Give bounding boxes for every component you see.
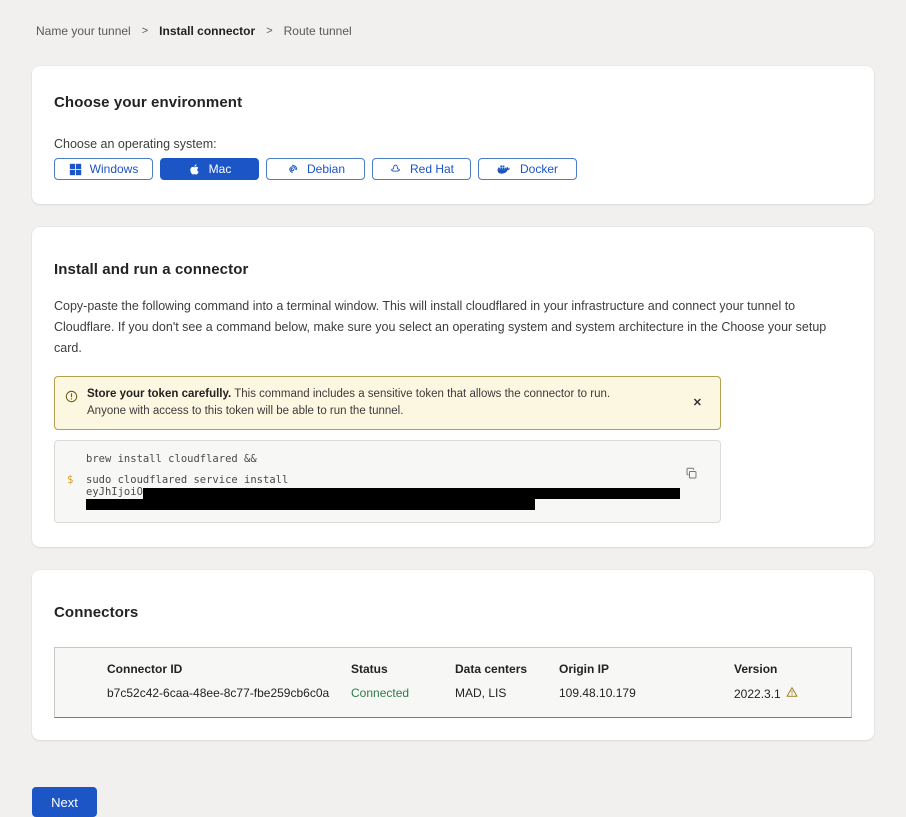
connectors-card: Connectors Connector ID Status Data cent… [32, 570, 874, 740]
redacted-token-bar [143, 488, 680, 499]
terminal-command-block: brew install cloudflared && $ sudo cloud… [54, 440, 721, 523]
token-warning-title: Store your token carefully. [87, 388, 231, 400]
os-button-windows[interactable]: Windows [54, 158, 153, 180]
terminal-line-1: brew install cloudflared && [86, 452, 257, 466]
os-button-label: Windows [90, 162, 139, 176]
debian-logo-icon [286, 163, 299, 176]
os-button-debian[interactable]: Debian [266, 158, 365, 180]
os-button-label: Mac [209, 162, 232, 176]
alert-circle-icon [65, 390, 78, 408]
connectors-table: Connector ID Status Data centers Origin … [54, 647, 852, 718]
token-prefix: eyJhIjoiO [86, 485, 143, 499]
breadcrumb-step-name-tunnel[interactable]: Name your tunnel [36, 24, 131, 38]
breadcrumb-separator: > [142, 25, 148, 37]
redacted-token-bar [86, 499, 535, 510]
copy-icon[interactable] [683, 465, 700, 485]
install-connector-description: Copy-paste the following command into a … [54, 296, 850, 359]
install-connector-title: Install and run a connector [54, 261, 852, 278]
cell-connector-id: b7c52c42-6caa-48ee-8c77-fbe259cb6c0a [107, 686, 351, 701]
os-button-redhat[interactable]: Red Hat [372, 158, 471, 180]
terminal-line-2: sudo cloudflared service install [86, 473, 708, 487]
prompt-spacer [67, 452, 86, 466]
apple-logo-icon [188, 163, 201, 176]
os-select-label: Choose an operating system: [54, 137, 852, 151]
terminal-prompt: $ [67, 473, 86, 510]
environment-card: Choose your environment Choose an operat… [32, 66, 874, 204]
breadcrumb-step-install-connector[interactable]: Install connector [159, 24, 255, 38]
connectors-table-header: Connector ID Status Data centers Origin … [107, 662, 841, 676]
header-version: Version [734, 662, 841, 676]
cell-origin-ip: 109.48.10.179 [559, 686, 734, 701]
connectors-title: Connectors [54, 604, 852, 621]
version-value: 2022.3.1 [734, 687, 781, 701]
cell-version: 2022.3.1 [734, 686, 841, 701]
os-button-docker[interactable]: Docker [478, 158, 577, 180]
breadcrumb: Name your tunnel > Install connector > R… [0, 0, 906, 38]
connector-table-row: b7c52c42-6caa-48ee-8c77-fbe259cb6c0a Con… [107, 686, 841, 701]
docker-logo-icon [497, 164, 512, 175]
os-button-label: Debian [307, 162, 345, 176]
windows-logo-icon [69, 163, 82, 176]
banner-close-icon[interactable]: ✕ [687, 394, 708, 413]
environment-card-title: Choose your environment [54, 94, 852, 111]
header-data-centers: Data centers [455, 662, 559, 676]
os-button-mac[interactable]: Mac [160, 158, 259, 180]
token-warning-text: Store your token carefully. This command… [87, 386, 647, 420]
os-button-group: Windows Mac Debian Red Hat [54, 158, 852, 180]
warning-triangle-icon [786, 686, 798, 701]
install-connector-card: Install and run a connector Copy-paste t… [32, 227, 874, 547]
header-status: Status [351, 662, 455, 676]
next-button[interactable]: Next [32, 787, 97, 817]
header-origin-ip: Origin IP [559, 662, 734, 676]
os-button-label: Docker [520, 162, 558, 176]
os-button-label: Red Hat [410, 162, 454, 176]
cell-data-centers: MAD, LIS [455, 686, 559, 701]
header-connector-id: Connector ID [107, 662, 351, 676]
breadcrumb-step-route-tunnel[interactable]: Route tunnel [284, 24, 352, 38]
status-badge: Connected [351, 686, 455, 701]
token-warning-banner: Store your token carefully. This command… [54, 376, 721, 430]
redhat-logo-icon [389, 163, 402, 176]
breadcrumb-separator: > [266, 25, 272, 37]
